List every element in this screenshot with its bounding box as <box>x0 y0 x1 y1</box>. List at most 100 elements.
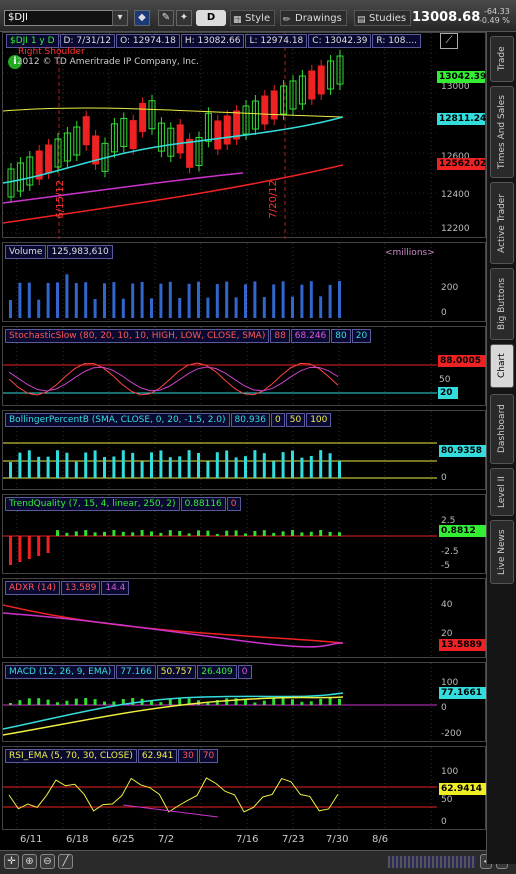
stochastic-label: StochasticSlow (80, 20, 10, 10, HIGH, LO… <box>5 329 270 343</box>
tools-icon[interactable]: ✎ <box>158 10 174 26</box>
stochastic-d-line <box>8 366 339 392</box>
watermark-text: 2012 © TD Ameritrade IP Company, Inc. <box>16 57 199 67</box>
style-button[interactable]: ▦ Style <box>230 10 276 26</box>
candle-body <box>317 65 325 95</box>
trend-quality-bar <box>272 532 276 536</box>
x-tick-label: 7/30 <box>326 834 349 845</box>
trend-quality-bar <box>197 530 200 536</box>
bollinger-panel[interactable]: BollingerPercentB (SMA, CLOSE, 0, 20, -1… <box>2 410 487 491</box>
volume-bar <box>103 283 106 318</box>
macd-v4: 0 <box>237 665 252 679</box>
adxr-tick: 40 <box>441 600 453 610</box>
trend-quality-tick: -5 <box>441 561 450 571</box>
volume-bar <box>262 296 266 318</box>
trend-quality-bar <box>187 533 191 536</box>
symbol-input[interactable]: $DJI <box>4 10 126 26</box>
macd-histogram-bar <box>319 698 323 705</box>
tab-chart[interactable]: Chart <box>490 344 514 388</box>
trend-quality-bar <box>103 531 106 536</box>
rsi-panel[interactable]: RSI_EMA (5, 70, 30, CLOSE) 62.941 30 70 … <box>2 746 487 831</box>
percent-b-bar <box>93 450 97 478</box>
macd-histogram-bar <box>281 698 285 705</box>
adxr-v2: 14.4 <box>101 581 130 595</box>
volume-bar <box>74 283 78 318</box>
macd-histogram-bar <box>244 699 247 705</box>
zoom-in-icon[interactable]: ⊕ <box>22 854 37 869</box>
watermark: 2012 © TD Ameritrade IP Company, Inc. <box>11 57 199 67</box>
macd-histogram-bar <box>74 698 78 705</box>
trend-quality-bar <box>37 536 41 556</box>
tab-live-news[interactable]: Live News <box>490 520 514 584</box>
percent-b-bar <box>65 452 69 478</box>
high-value: H: 13082.66 <box>180 34 245 48</box>
aggregation-button[interactable]: D <box>196 10 226 26</box>
percent-b-bar <box>187 450 191 478</box>
adxr-panel[interactable]: ADXR (14) 13.589 14.4 40 20 13.5889 <box>2 578 487 659</box>
volume-bar <box>319 296 323 318</box>
settings-icon[interactable]: ✦ <box>176 10 192 26</box>
tab-active-trader[interactable]: Active Trader <box>490 182 514 264</box>
crosshair-icon[interactable]: ✛ <box>4 854 19 869</box>
bollinger-v4: 100 <box>306 413 332 427</box>
macd-tick: 0 <box>441 703 447 713</box>
percent-b-bar <box>291 450 294 478</box>
trend-quality-bar <box>27 536 31 559</box>
tab-level-ii[interactable]: Level II <box>490 468 514 516</box>
trend-quality-bar <box>112 530 116 536</box>
percent-b-bar <box>281 452 285 478</box>
candle-body <box>139 102 147 132</box>
link-icon[interactable]: ◆ <box>134 10 150 26</box>
trend-quality-bar <box>159 532 163 536</box>
chart-window: $DJI ▾ ◆ ✎ ✦ D ▦ Style ✏ Drawings ▤ Studies… <box>0 0 516 874</box>
tab-dashboard[interactable]: Dashboard <box>490 394 514 464</box>
stochastic-panel[interactable]: StochasticSlow (80, 20, 10, 10, HIGH, LO… <box>2 326 486 407</box>
macd-panel[interactable]: MACD (12, 26, 9, EMA) 77.166 50.757 26.4… <box>2 662 487 743</box>
stochastic-k-line <box>8 362 339 396</box>
price-header: $DJI 1 y D D: 7/31/12 O: 12974.18 H: 130… <box>6 34 422 48</box>
volume-bar <box>140 281 144 318</box>
horizontal-scrollbar[interactable] <box>388 856 476 868</box>
stochastic-v3: 80 <box>331 329 351 343</box>
adxr-line <box>3 604 344 644</box>
tab-times-and-sales[interactable]: Times And Sales <box>490 86 514 178</box>
zoom-out-icon[interactable]: ⊖ <box>40 854 55 869</box>
macd-histogram-bar <box>159 702 163 705</box>
x-tick-label: 6/18 <box>66 834 89 845</box>
trend-quality-panel[interactable]: TrendQuality (7, 15, 4, linear, 250, 2) … <box>2 494 487 575</box>
volume-bar <box>309 281 313 318</box>
vertical-date-label-2: 7/20/12 <box>268 180 279 219</box>
drawings-button[interactable]: ✏ Drawings <box>280 10 347 26</box>
macd-label: MACD (12, 26, 9, EMA) <box>5 665 116 679</box>
trend-quality-bar <box>18 536 22 562</box>
volume-bar <box>178 297 182 318</box>
candle-body <box>214 120 222 150</box>
volume-panel[interactable]: Volume 125,983,610 <millions> 200 0 <box>2 242 486 323</box>
side-tabs: Trade Times And Sales Active Trader Big … <box>486 32 516 864</box>
tab-big-buttons[interactable]: Big Buttons <box>490 268 514 340</box>
stochastic-header: StochasticSlow (80, 20, 10, 10, HIGH, LO… <box>5 329 372 343</box>
studies-button[interactable]: ▤ Studies <box>354 10 412 26</box>
macd-histogram-bar <box>253 702 257 705</box>
volume-tick: 0 <box>441 308 447 318</box>
x-tick-label: 7/23 <box>282 834 305 845</box>
volume-bar <box>272 284 276 318</box>
percent-b-bar <box>225 450 229 478</box>
percent-b-bar <box>244 456 247 478</box>
low-value: L: 12974.18 <box>245 34 308 48</box>
tab-trade[interactable]: Trade <box>490 36 514 82</box>
symbol-dropdown-icon[interactable]: ▾ <box>112 10 128 26</box>
drawings-label: Drawings <box>295 13 342 24</box>
change-block: -64.33 -0.49 % <box>479 7 510 25</box>
candle-body <box>129 120 137 150</box>
volume-bar <box>18 282 22 318</box>
volume-bar <box>159 283 163 318</box>
volume-bar <box>253 281 257 318</box>
expand-icon[interactable]: ⟋ <box>440 33 458 49</box>
percent-b-bar <box>168 457 172 478</box>
draw-line-icon[interactable]: ╱ <box>58 854 73 869</box>
percent-b-bar <box>272 461 276 478</box>
rsi-tick: 0 <box>441 817 447 827</box>
candle-body <box>223 115 231 145</box>
volume-bar <box>206 297 210 318</box>
trend-quality-bar <box>215 533 219 536</box>
